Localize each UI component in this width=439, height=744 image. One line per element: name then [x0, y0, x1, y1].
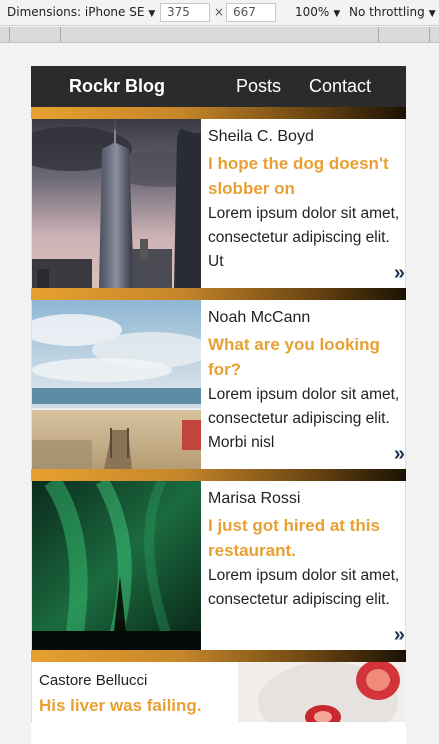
- read-more-icon[interactable]: »: [394, 443, 405, 466]
- post-title[interactable]: I hope the dog doesn't slobber on: [208, 151, 403, 201]
- media-query-ruler[interactable]: [0, 27, 439, 43]
- post-excerpt: Lorem ipsum dolor sit amet, consectetur …: [208, 386, 400, 451]
- gradient-divider: [31, 650, 406, 662]
- device-label: Dimensions: iPhone SE: [7, 5, 145, 19]
- throttling-select[interactable]: No throttling ▼: [349, 5, 436, 19]
- times-symbol: ×: [214, 5, 225, 19]
- nav-link-posts[interactable]: Posts: [236, 76, 281, 97]
- post-card[interactable]: Noah McCann What are you looking for? Lo…: [31, 300, 406, 469]
- zoom-label: 100%: [295, 5, 330, 19]
- navbar: Rockr Blog Posts Contact: [31, 66, 406, 107]
- post-image-city: [32, 119, 201, 288]
- post-title[interactable]: I just got hired at this restaurant.: [208, 513, 403, 563]
- devtools-toolbar: Dimensions: iPhone SE ▼ 375 × 667 100% ▼ N…: [0, 0, 439, 26]
- post-title[interactable]: What are you looking for?: [208, 332, 403, 382]
- read-more-icon[interactable]: »: [394, 624, 405, 647]
- post-excerpt: Lorem ipsum dolor sit amet, consectetur …: [208, 205, 400, 270]
- gradient-divider: [31, 469, 406, 481]
- gradient-divider: [31, 288, 406, 300]
- post-author: Castore Bellucci: [39, 672, 148, 689]
- post-card[interactable]: Marisa Rossi I just got hired at this re…: [31, 481, 406, 650]
- chevron-down-icon: ▼: [428, 9, 436, 19]
- read-more-icon[interactable]: »: [394, 262, 405, 285]
- post-image-aurora: [32, 481, 201, 650]
- device-select[interactable]: Dimensions: iPhone SE ▼: [7, 5, 155, 19]
- post-card[interactable]: Castore Bellucci His liver was failing.: [31, 662, 406, 722]
- chevron-down-icon: ▼: [333, 9, 341, 19]
- width-input[interactable]: 375: [160, 3, 210, 22]
- post-image-strawberries: [238, 662, 406, 722]
- nav-link-contact[interactable]: Contact: [309, 76, 371, 97]
- height-input[interactable]: 667: [226, 3, 276, 22]
- zoom-select[interactable]: 100% ▼: [295, 5, 340, 19]
- gradient-divider: [31, 107, 406, 119]
- post-text: Noah McCann What are you looking for? Lo…: [208, 308, 403, 455]
- throttling-label: No throttling: [349, 5, 425, 19]
- post-image-beach: [32, 300, 201, 469]
- chevron-down-icon: ▼: [148, 9, 156, 19]
- post-author: Noah McCann: [208, 309, 311, 326]
- post-author: Sheila C. Boyd: [208, 128, 314, 145]
- post-title[interactable]: His liver was failing.: [39, 696, 202, 716]
- post-text: Sheila C. Boyd I hope the dog doesn't sl…: [208, 127, 403, 274]
- post-excerpt: Lorem ipsum dolor sit amet, consectetur …: [208, 567, 400, 608]
- brand-logo[interactable]: Rockr Blog: [69, 76, 165, 97]
- post-card[interactable]: Sheila C. Boyd I hope the dog doesn't sl…: [31, 119, 406, 288]
- post-text: Marisa Rossi I just got hired at this re…: [208, 489, 403, 636]
- blog-page: Rockr Blog Posts Contact Sheila C. Boyd …: [31, 66, 406, 744]
- post-author: Marisa Rossi: [208, 490, 301, 507]
